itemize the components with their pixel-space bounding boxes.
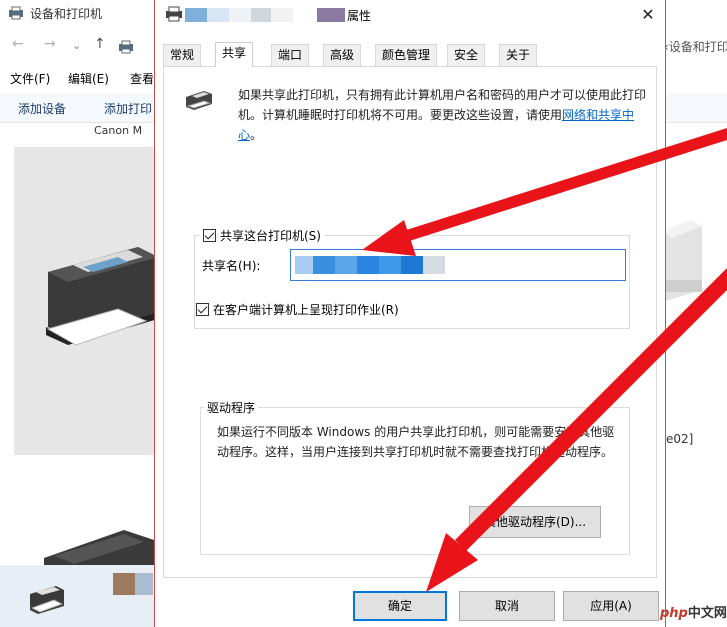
- share-printer-checkbox[interactable]: [203, 229, 216, 242]
- tab-bar: 常规 共享 端口 高级 颜色管理 安全 关于: [163, 42, 657, 67]
- ok-button[interactable]: 确定: [353, 591, 447, 621]
- blurred-region: [135, 573, 153, 595]
- other-drivers-button[interactable]: 其他驱动程序(D)...: [469, 506, 601, 538]
- share-printer-checkbox-row[interactable]: 共享这台打印机(S): [200, 227, 324, 244]
- close-button[interactable]: ✕: [637, 4, 659, 26]
- drivers-legend: 驱动程序: [204, 399, 259, 416]
- menu-view[interactable]: 查看: [130, 70, 154, 87]
- blurred-region: [379, 256, 401, 274]
- blurred-region: [401, 256, 423, 274]
- render-jobs-checkbox[interactable]: [196, 303, 209, 316]
- blurred-region: [313, 256, 335, 274]
- dialog-title: 属性: [347, 9, 372, 23]
- watermark-php: php: [660, 606, 688, 621]
- selected-printer-tile[interactable]: [14, 147, 158, 455]
- dialog-titlebar: 属性 ✕: [155, 0, 665, 32]
- blurred-region: [317, 8, 345, 22]
- forward-arrow-icon[interactable]: →: [44, 36, 56, 52]
- menu-edit[interactable]: 编辑(E): [68, 70, 109, 87]
- printer-icon-partial-bottom: [44, 530, 154, 568]
- blurred-region: [113, 573, 135, 595]
- printer-large-icon: [46, 247, 158, 346]
- device-name-suffix: e02]: [666, 432, 694, 446]
- apply-button[interactable]: 应用(A): [563, 591, 659, 621]
- devices-printers-icon: [9, 6, 23, 20]
- sharing-tab-page: 如果共享此打印机，只有拥有此计算机用户名和密码的用户才可以使用此打印机。计算机睡…: [163, 66, 657, 578]
- breadcrumb-devices-printers[interactable]: ‹设备和打印机: [664, 38, 727, 55]
- background-window-title: 设备和打印机: [30, 7, 103, 21]
- render-jobs-checkbox-row[interactable]: 在客户端计算机上呈现打印作业(R): [196, 301, 399, 318]
- printer-properties-dialog: 属性 ✕ 常规 共享 端口 高级 颜色管理 安全 关于 如果共享此打印机，只有拥…: [154, 0, 666, 627]
- tab-security[interactable]: 安全: [447, 44, 486, 66]
- drivers-group-box: 如果运行不同版本 Windows 的用户共享此打印机，则可能需要安装其他驱动程序…: [200, 407, 630, 555]
- add-printer-button[interactable]: 添加打印: [104, 100, 152, 117]
- printer-small-icon: [30, 586, 64, 614]
- tab-ports[interactable]: 端口: [271, 44, 310, 66]
- blurred-region: [271, 8, 293, 22]
- blurred-region: [423, 256, 445, 274]
- tab-sharing[interactable]: 共享: [215, 42, 254, 67]
- blurred-region: [207, 8, 229, 22]
- tab-general[interactable]: 常规: [163, 44, 202, 66]
- blurred-region: [251, 8, 271, 22]
- back-arrow-icon[interactable]: ←: [12, 36, 24, 52]
- tab-advanced[interactable]: 高级: [323, 44, 362, 66]
- menu-file[interactable]: 文件(F): [10, 70, 50, 87]
- site-watermark: php中文网: [660, 602, 727, 621]
- tab-about[interactable]: 关于: [499, 44, 538, 66]
- drivers-description: 如果运行不同版本 Windows 的用户共享此打印机，则可能需要安装其他驱动程序…: [217, 425, 615, 459]
- blurred-region: [295, 256, 313, 274]
- sharing-info-end: 。: [250, 128, 263, 142]
- watermark-rest: 中文网: [687, 606, 727, 621]
- sharing-info-text: 如果共享此打印机，只有拥有此计算机用户名和密码的用户才可以使用此打印机。计算机睡…: [238, 85, 650, 145]
- printer-icon-partial: [662, 220, 702, 302]
- up-arrow-icon[interactable]: ↑: [94, 36, 106, 52]
- share-name-input[interactable]: [290, 249, 626, 281]
- shared-printer-icon: [186, 91, 212, 110]
- printer-icon: [166, 6, 182, 22]
- address-bar-device-icon: [119, 40, 133, 54]
- blurred-region: [229, 8, 251, 22]
- blurred-region: [335, 256, 357, 274]
- render-jobs-label: 在客户端计算机上呈现打印作业(R): [213, 303, 399, 317]
- add-device-button[interactable]: 添加设备: [18, 100, 66, 117]
- tab-color-management[interactable]: 颜色管理: [375, 44, 438, 66]
- device-name-label: Canon M: [94, 124, 143, 137]
- cancel-button[interactable]: 取消: [459, 591, 555, 621]
- dropdown-chevron-icon[interactable]: ⌄: [72, 39, 81, 52]
- blurred-region: [357, 256, 379, 274]
- blurred-region: [185, 8, 207, 22]
- close-icon: ✕: [641, 5, 655, 24]
- share-printer-label: 共享这台打印机(S): [220, 229, 321, 243]
- background-menubar: 文件(F) 编辑(E) 查看: [0, 70, 160, 90]
- share-name-label: 共享名(H):: [202, 259, 261, 273]
- background-nav-bar: ← → ⌄ ↑: [0, 36, 160, 58]
